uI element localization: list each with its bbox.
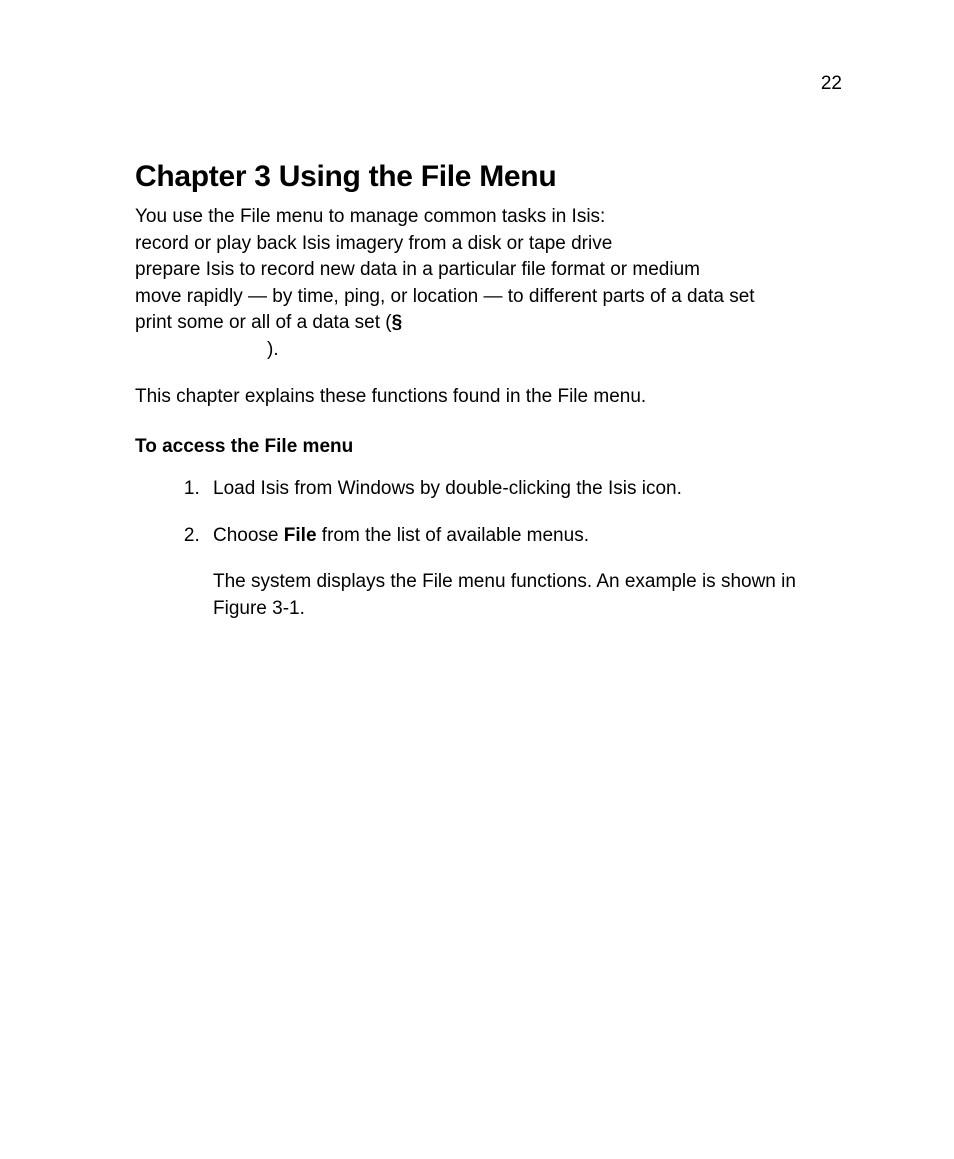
explain-paragraph: This chapter explains these functions fo… xyxy=(135,384,847,411)
step-2-prefix: Choose xyxy=(213,525,284,546)
intro-line-6-paren: ). xyxy=(135,337,847,364)
steps-list: Load Isis from Windows by double-clickin… xyxy=(181,476,847,622)
intro-line-1: You use the File menu to manage common t… xyxy=(135,204,847,231)
section-symbol: § xyxy=(392,312,403,333)
page-number: 22 xyxy=(821,73,842,95)
step-2-body: The system displays the File menu functi… xyxy=(213,569,847,622)
chapter-title: Chapter 3 Using the File Menu xyxy=(135,160,847,194)
step-2-bold-file: File xyxy=(284,525,317,546)
subheading-access-file-menu: To access the File menu xyxy=(135,436,847,458)
step-2-suffix: from the list of available menus. xyxy=(317,525,589,546)
intro-block: You use the File menu to manage common t… xyxy=(135,204,847,364)
step-2: Choose File from the list of available m… xyxy=(205,523,847,623)
intro-line-2: record or play back Isis imagery from a … xyxy=(135,231,847,258)
document-content: Chapter 3 Using the File Menu You use th… xyxy=(135,160,847,643)
intro-line-3: prepare Isis to record new data in a par… xyxy=(135,257,847,284)
step-1-text: Load Isis from Windows by double-clickin… xyxy=(213,478,682,499)
intro-line-5-prefix: print some or all of a data set ( xyxy=(135,312,392,333)
intro-line-5: print some or all of a data set (§ xyxy=(135,310,847,337)
intro-line-4: move rapidly — by time, ping, or locatio… xyxy=(135,284,847,311)
step-1: Load Isis from Windows by double-clickin… xyxy=(205,476,847,503)
